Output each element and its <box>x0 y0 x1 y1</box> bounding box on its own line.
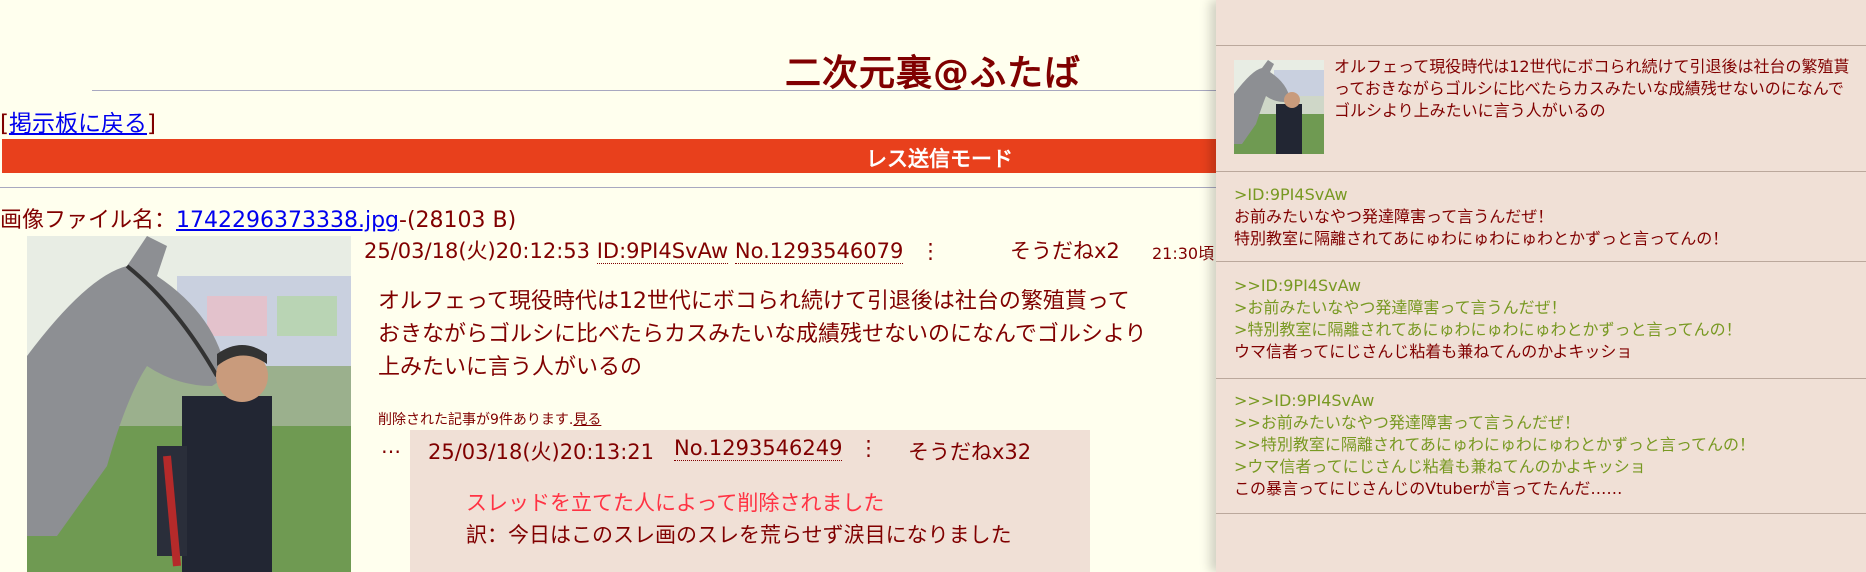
op-expire-time: 21:30頃 <box>1152 244 1215 263</box>
reply-mode-label: レス送信モード <box>866 147 1013 171</box>
panel-item-2-line: 特別教室に隔離されてあにゅわにゅわにゅわとかずっと言ってんの！ <box>1234 229 1729 248</box>
quote-line: >ID:9PI4SvAw <box>1234 185 1348 204</box>
deleted-notice: 削除された記事が9件あります.見る <box>378 409 601 429</box>
mode-divider <box>0 187 1216 188</box>
file-label: 画像ファイル名： <box>0 208 177 233</box>
reply-ellipsis: … <box>381 434 401 458</box>
quote-line: >>ID:9PI4SvAw <box>1234 276 1361 295</box>
quote-line: >>>ID:9PI4SvAw <box>1234 391 1375 410</box>
op-line-3: 上みたいに言う人がいるの <box>378 355 643 380</box>
panel-item[interactable]: >>>ID:9PI4SvAw >>お前みたいなやつ発達障害って言うんだぜ！ >>… <box>1216 378 1866 514</box>
panel-item-1-text: オルフェって現役時代は12世代にボコられ続けて引退後は社台の繁殖貰 っておきなが… <box>1334 56 1850 122</box>
popup-panel: オルフェって現役時代は12世代にボコられ続けて引退後は社台の繁殖貰 っておきなが… <box>1216 0 1866 572</box>
panel-item-3-line: ウマ信者ってにじさんじ粘着も兼ねてんのかよキッショ <box>1234 342 1633 361</box>
show-deleted-link[interactable]: 見る <box>573 412 601 428</box>
op-line-1: オルフェって現役時代は12世代にボコられ続けて引退後は社台の繁殖貰って <box>378 289 1130 314</box>
panel-item-2-text: >ID:9PI4SvAw お前みたいなやつ発達障害って言うんだぜ！ 特別教室に隔… <box>1234 184 1728 250</box>
back-link-wrapper: [掲示板に戻る] <box>0 104 156 138</box>
file-info: 画像ファイル名：1742296373338.jpg-(28103 B) <box>0 202 516 234</box>
board-title: 二次元裏@ふたば <box>784 53 1081 94</box>
panel-item-2-line: お前みたいなやつ発達障害って言うんだぜ！ <box>1234 207 1554 226</box>
panel-item[interactable]: >ID:9PI4SvAw お前みたいなやつ発達障害って言うんだぜ！ 特別教室に隔… <box>1216 171 1866 262</box>
deleted-notice-text: 削除された記事が9件あります. <box>378 412 574 428</box>
panel-item-3-text: >>ID:9PI4SvAw >お前みたいなやつ発達障害って言うんだぜ！ >特別教… <box>1234 275 1742 363</box>
quote-line: >特別教室に隔離されてあにゅわにゅわにゅわとかずっと言ってんの！ <box>1234 320 1742 339</box>
panel-thumbnail[interactable] <box>1234 60 1324 154</box>
thread-view: 二次元裏@ふたば [掲示板に戻る] レス送信モード 画像ファイル名：174229… <box>0 0 1216 572</box>
file-link[interactable]: 1742296373338.jpg <box>176 208 399 233</box>
reply-deleted-message: スレッドを立てた人によって削除されました <box>466 491 885 515</box>
reply-body: 訳：今日はこのスレ画のスレを荒らせず涙目になりました <box>466 523 1012 547</box>
horse-thumb-icon <box>1234 60 1324 154</box>
panel-item[interactable]: オルフェって現役時代は12世代にボコられ続けて引退後は社台の繁殖貰 っておきなが… <box>1216 45 1866 172</box>
op-image[interactable] <box>27 236 351 572</box>
reply-mode-bar: レス送信モード <box>2 139 1216 173</box>
op-datetime: 25/03/18(火)20:12:53 <box>364 239 591 263</box>
op-line-2: おきながらゴルシに比べたらカスみたいな成績残せないのになんでゴルシより <box>378 322 1147 347</box>
op-menu-icon[interactable]: ⋮ <box>920 239 941 263</box>
reply-post: 25/03/18(火)20:13:21 No.1293546249 ⋮ そうだね… <box>410 430 1090 572</box>
bracket-close: ] <box>146 111 156 137</box>
panel-item-1-line: っておきながらゴルシに比べたらカスみたいな成績残せないのになんで <box>1334 79 1844 98</box>
bracket-open: [ <box>0 111 9 137</box>
quote-line: >>お前みたいなやつ発達障害って言うんだぜ！ <box>1234 413 1581 432</box>
panel-item[interactable]: >>ID:9PI4SvAw >お前みたいなやつ発達障害って言うんだぜ！ >特別教… <box>1216 261 1866 379</box>
reply-soudane[interactable]: そうだねx32 <box>908 436 1031 466</box>
reply-menu-icon[interactable]: ⋮ <box>858 436 879 460</box>
reply-datetime: 25/03/18(火)20:13:21 <box>428 440 655 464</box>
panel-item-4-line: この暴言ってにじさんじのVtuberが言ってたんだ…… <box>1234 479 1623 498</box>
horse-photo-icon <box>27 236 351 572</box>
header-divider <box>92 90 1216 91</box>
panel-item-1-line: オルフェって現役時代は12世代にボコられ続けて引退後は社台の繁殖貰 <box>1334 57 1850 76</box>
op-id[interactable]: ID:9PI4SvAw <box>596 239 729 264</box>
file-size: -(28103 B) <box>399 208 517 233</box>
quote-line: >お前みたいなやつ発達障害って言うんだぜ！ <box>1234 298 1567 317</box>
reply-number[interactable]: No.1293546249 <box>674 436 843 461</box>
op-body: オルフェって現役時代は12世代にボコられ続けて引退後は社台の繁殖貰って おきなが… <box>378 285 1178 384</box>
panel-item-4-text: >>>ID:9PI4SvAw >>お前みたいなやつ発達障害って言うんだぜ！ >>… <box>1234 390 1755 500</box>
quote-line: >>特別教室に隔離されてあにゅわにゅわにゅわとかずっと言ってんの！ <box>1234 435 1756 454</box>
op-soudane[interactable]: そうだねx2 <box>1010 235 1120 265</box>
op-meta: 25/03/18(火)20:12:53 ID:9PI4SvAw No.12935… <box>364 235 941 265</box>
quote-line: >ウマ信者ってにじさんじ粘着も兼ねてんのかよキッショ <box>1234 457 1646 476</box>
op-number[interactable]: No.1293546079 <box>734 239 904 264</box>
back-to-board-link[interactable]: 掲示板に戻る <box>9 111 147 137</box>
panel-item-1-line: ゴルシより上みたいに言う人がいるの <box>1334 101 1606 120</box>
